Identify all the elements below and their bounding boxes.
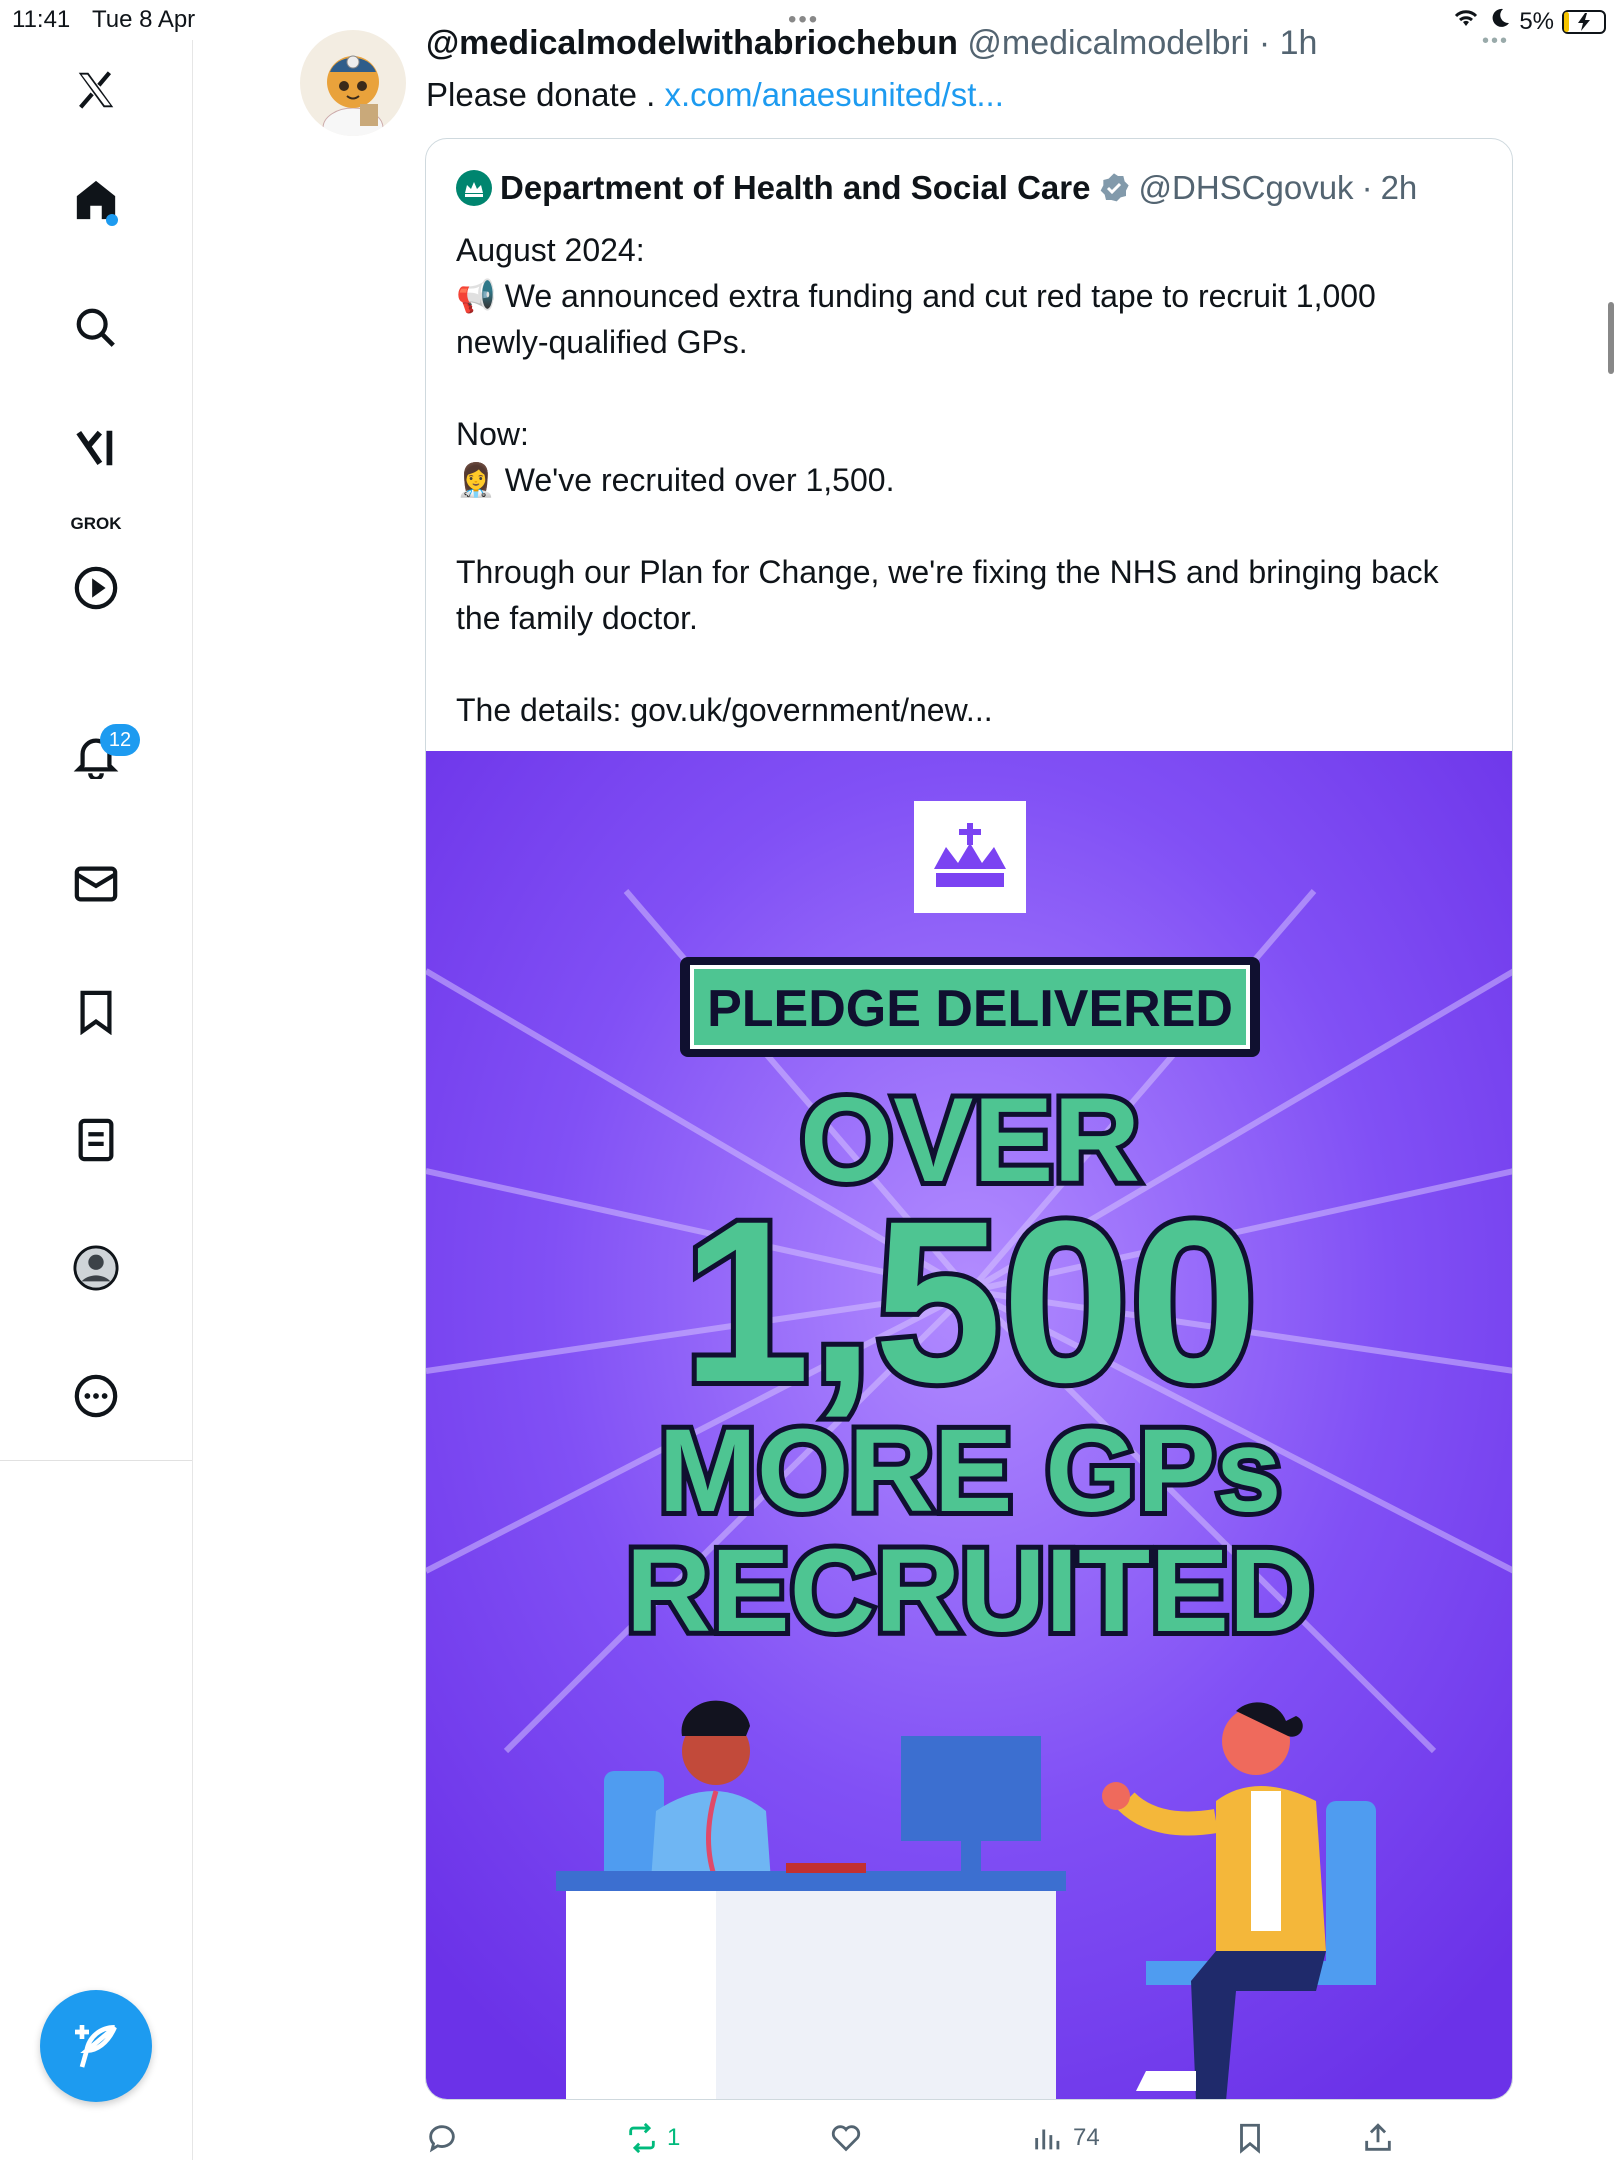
search-icon[interactable] bbox=[70, 302, 122, 354]
reply-button[interactable] bbox=[425, 2118, 459, 2158]
banner-text: PLEDGE DELIVERED bbox=[707, 980, 1233, 1038]
compose-post-button[interactable] bbox=[40, 1990, 152, 2102]
like-button[interactable] bbox=[829, 2118, 863, 2158]
home-notification-dot bbox=[106, 214, 118, 226]
repost-icon bbox=[629, 2122, 655, 2154]
post-more-icon[interactable]: ••• bbox=[1482, 30, 1509, 53]
view-count: 74 bbox=[1073, 2124, 1100, 2151]
quoted-post-card[interactable]: Department of Health and Social Care @DH… bbox=[425, 138, 1513, 2100]
battery-percent: 5% bbox=[1519, 7, 1554, 35]
post-action-bar: 1 74 bbox=[425, 2118, 1515, 2158]
repost-count: 1 bbox=[667, 2124, 681, 2151]
headline-recruited: RECRUITED bbox=[626, 1525, 1314, 1657]
feather-plus-icon bbox=[75, 2025, 117, 2068]
mail-icon[interactable] bbox=[70, 858, 122, 910]
dhsc-crown-logo-icon bbox=[456, 170, 492, 206]
battery-icon bbox=[1562, 9, 1606, 34]
reply-icon bbox=[429, 2125, 455, 2153]
video-play-icon[interactable] bbox=[70, 562, 122, 614]
post-body: Please donate . bbox=[426, 76, 665, 113]
quote-body-text: August 2024: 📢 We announced extra fundin… bbox=[456, 232, 1439, 728]
author-avatar[interactable] bbox=[300, 30, 406, 136]
quote-time[interactable]: 2h bbox=[1381, 169, 1418, 207]
author-handle[interactable]: @medicalmodelbri bbox=[967, 24, 1249, 62]
heart-icon bbox=[831, 2125, 861, 2152]
quote-handle[interactable]: @DHSCgovuk bbox=[1138, 169, 1353, 207]
scrollbar-thumb[interactable] bbox=[1608, 302, 1614, 374]
share-button[interactable] bbox=[1361, 2118, 1395, 2158]
analytics-icon bbox=[1035, 2129, 1060, 2150]
post-time[interactable]: 1h bbox=[1280, 24, 1318, 62]
grok-label: GROK bbox=[70, 514, 122, 533]
bookmark-icon[interactable] bbox=[70, 986, 122, 1038]
verified-badge-icon bbox=[1101, 173, 1130, 202]
post-author-line: @medicalmodelwithabriochebun @medicalmod… bbox=[426, 24, 1318, 62]
bookmark-post-button[interactable] bbox=[1233, 2118, 1267, 2158]
grok-icon[interactable] bbox=[70, 422, 122, 474]
x-logo-icon[interactable] bbox=[70, 64, 122, 116]
sidebar-divider bbox=[0, 1460, 192, 1461]
post-link[interactable]: x.com/anaesunited/st... bbox=[665, 76, 1004, 113]
bookmark-post-icon bbox=[1240, 2123, 1260, 2154]
status-date: Tue 8 Apr bbox=[92, 6, 196, 33]
repost-button[interactable]: 1 bbox=[625, 2118, 680, 2158]
views-button[interactable]: 74 bbox=[1031, 2118, 1100, 2158]
author-display-name[interactable]: @medicalmodelwithabriochebun bbox=[426, 24, 958, 62]
profile-avatar-icon[interactable] bbox=[70, 1242, 122, 1294]
status-indicators: 5% bbox=[1451, 6, 1606, 37]
sidebar-nav: GROK 12 bbox=[0, 40, 193, 2160]
share-icon bbox=[1365, 2123, 1391, 2151]
more-options-icon[interactable] bbox=[70, 1370, 122, 1422]
headline-more-gps: MORE GPs bbox=[659, 1405, 1282, 1537]
post-text: Please donate . x.com/anaesunited/st... bbox=[426, 76, 1004, 114]
notification-badge: 12 bbox=[100, 724, 140, 756]
quote-display-name[interactable]: Department of Health and Social Care bbox=[500, 169, 1090, 207]
wifi-icon bbox=[1451, 6, 1481, 37]
status-time: 11:41 bbox=[12, 6, 71, 33]
pledge-delivered-image[interactable]: PLEDGE DELIVERED OVER 1,500 MORE GPs REC… bbox=[426, 751, 1512, 2099]
headline-number: 1,500 bbox=[682, 1173, 1258, 1430]
quote-header: Department of Health and Social Care @DH… bbox=[456, 169, 1417, 207]
lists-icon[interactable] bbox=[70, 1114, 122, 1166]
